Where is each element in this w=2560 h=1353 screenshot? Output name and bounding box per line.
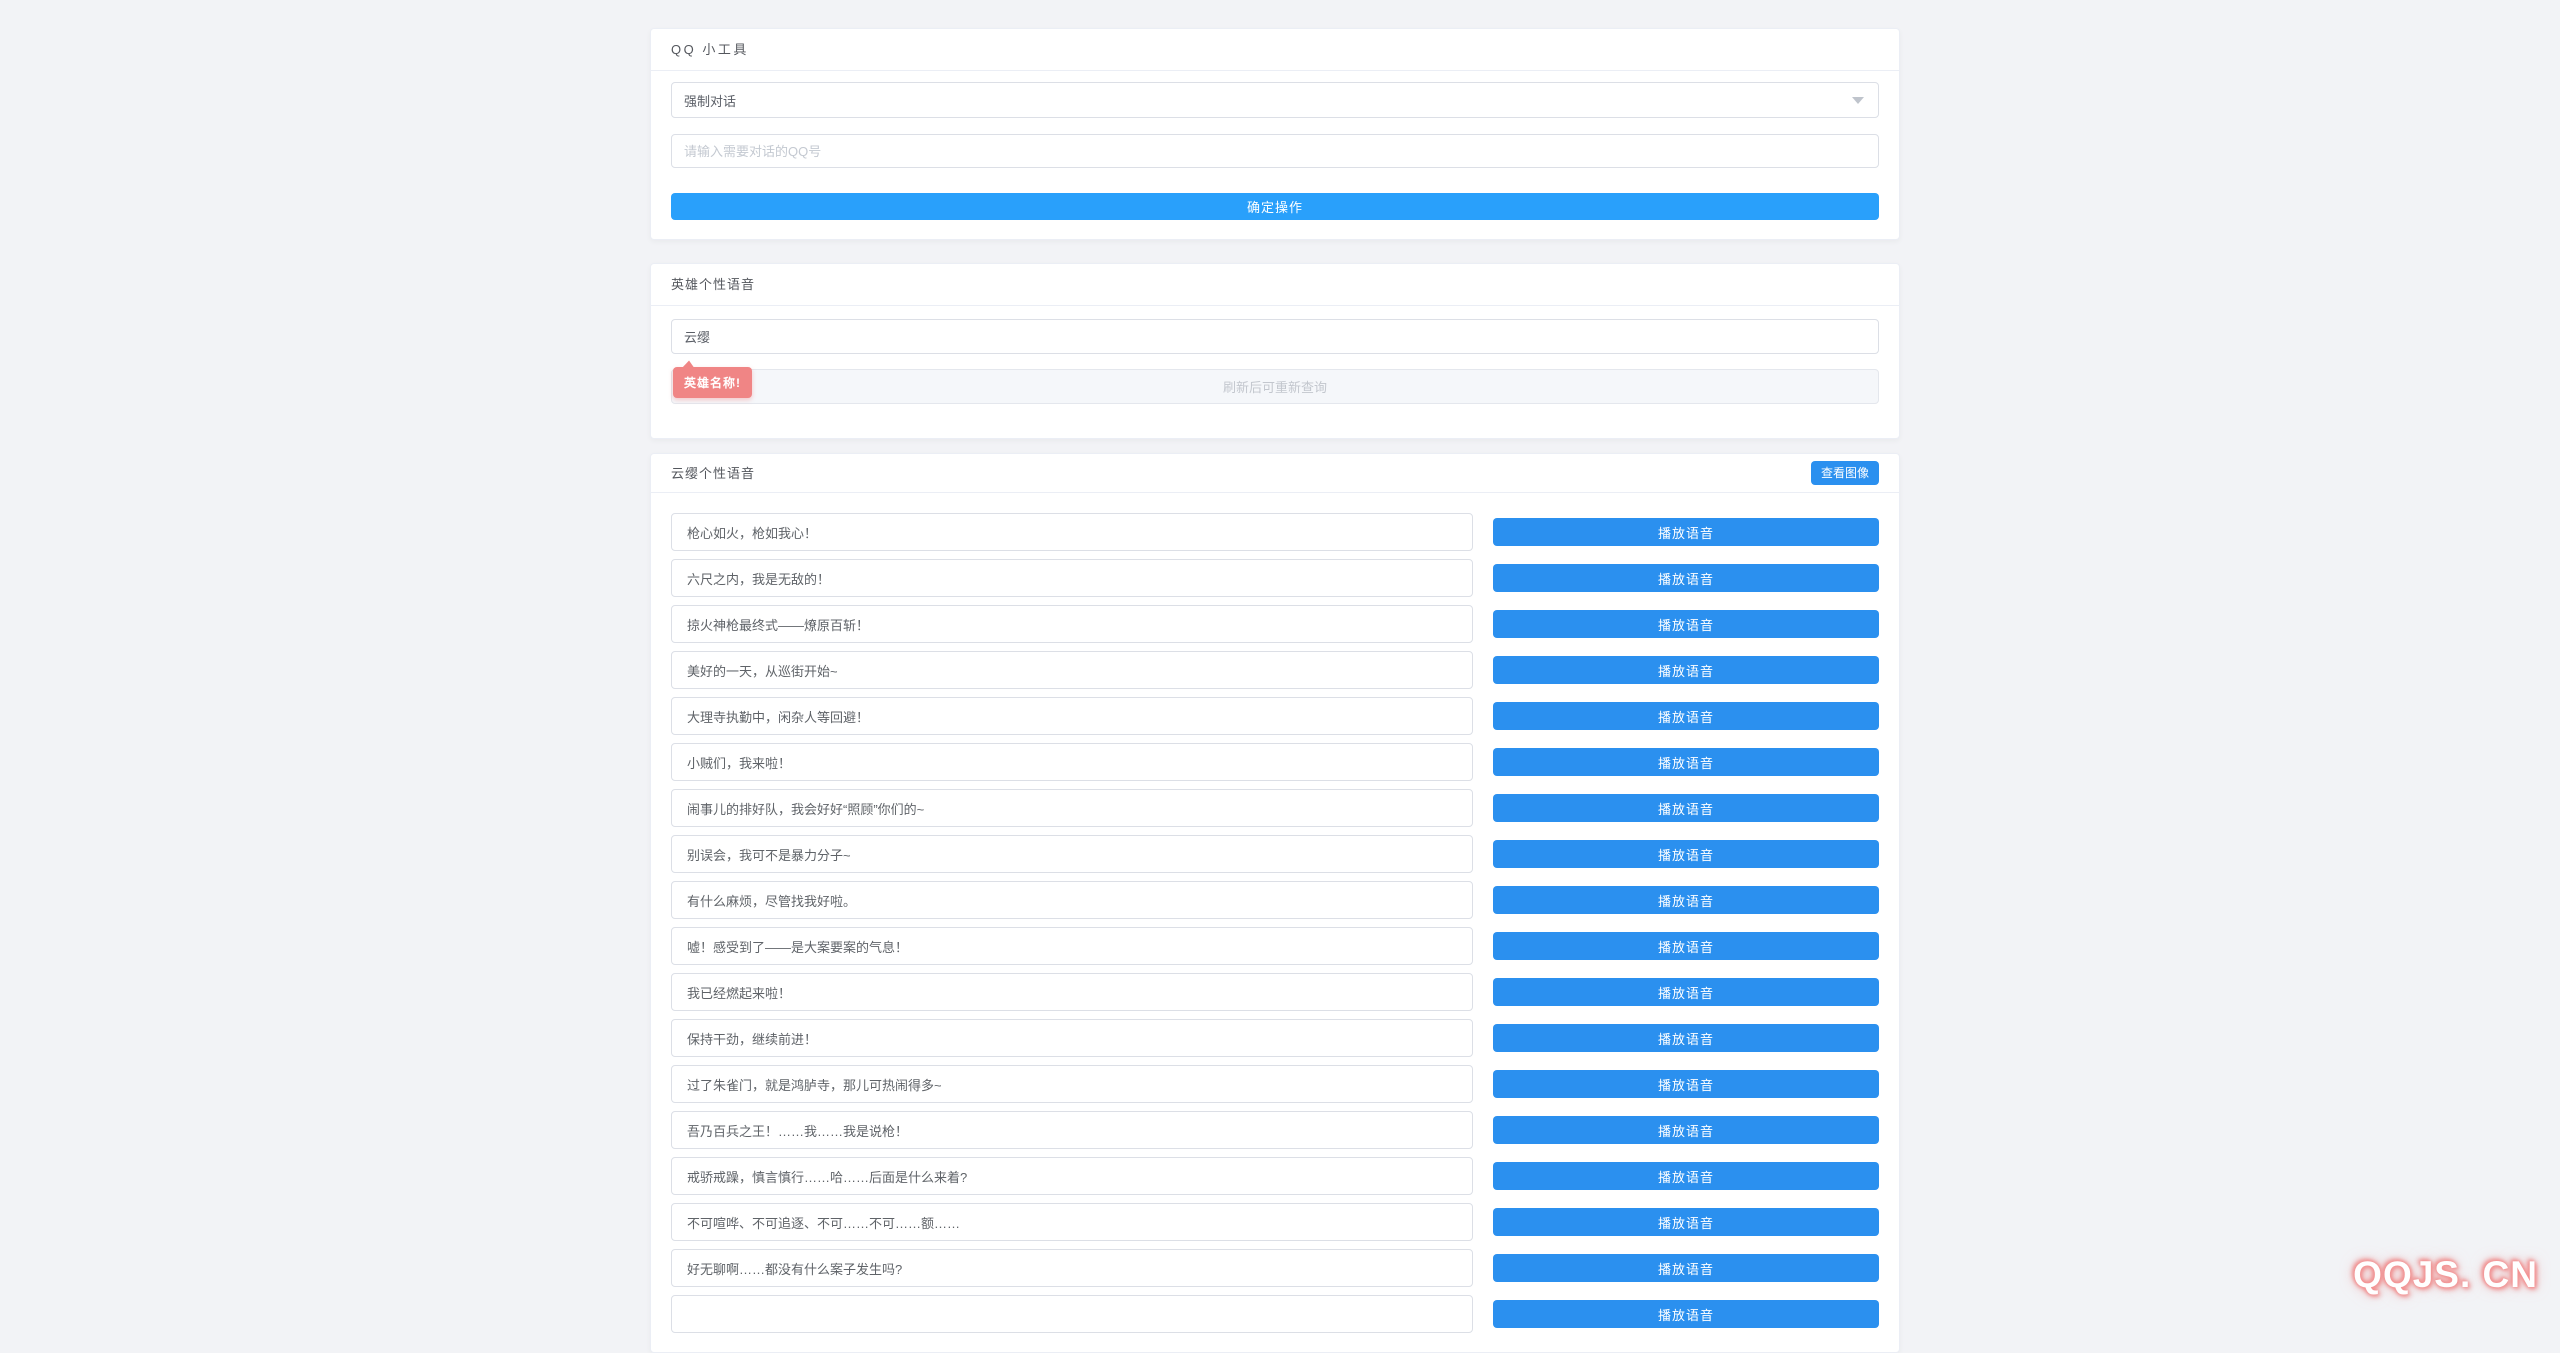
hero-voice-title: 英雄个性语音 bbox=[671, 275, 755, 294]
hero-name-input[interactable] bbox=[671, 319, 1879, 354]
voice-line-input[interactable] bbox=[671, 835, 1473, 873]
voice-row: 播放语音 bbox=[671, 651, 1879, 689]
play-voice-button[interactable]: 播放语音 bbox=[1493, 1116, 1879, 1144]
action-select[interactable]: 强制对话 bbox=[671, 82, 1879, 118]
voice-line-input[interactable] bbox=[671, 789, 1473, 827]
voice-line-input[interactable] bbox=[671, 973, 1473, 1011]
voice-line-input[interactable] bbox=[671, 651, 1473, 689]
voice-line-input[interactable] bbox=[671, 743, 1473, 781]
play-voice-button[interactable]: 播放语音 bbox=[1493, 1300, 1879, 1328]
voice-row: 播放语音 bbox=[671, 1157, 1879, 1195]
voice-row: 播放语音 bbox=[671, 835, 1879, 873]
voice-row: 播放语音 bbox=[671, 513, 1879, 551]
play-voice-button[interactable]: 播放语音 bbox=[1493, 794, 1879, 822]
voice-list-card-header: 云缨个性语音 查看图像 bbox=[651, 454, 1899, 493]
voice-line-input[interactable] bbox=[671, 1111, 1473, 1149]
play-voice-button[interactable]: 播放语音 bbox=[1493, 1070, 1879, 1098]
voice-line-input[interactable] bbox=[671, 1203, 1473, 1241]
play-voice-button[interactable]: 播放语音 bbox=[1493, 1208, 1879, 1236]
hero-voice-card-body: 刷新后可重新查询 bbox=[651, 306, 1899, 417]
voice-line-input[interactable] bbox=[671, 1065, 1473, 1103]
play-voice-button[interactable]: 播放语音 bbox=[1493, 1024, 1879, 1052]
confirm-operation-button[interactable]: 确定操作 bbox=[671, 193, 1879, 220]
refresh-notice-box: 刷新后可重新查询 bbox=[671, 369, 1879, 404]
voice-row: 播放语音 bbox=[671, 1019, 1879, 1057]
voice-row: 播放语音 bbox=[671, 559, 1879, 597]
voice-line-input[interactable] bbox=[671, 605, 1473, 643]
voice-line-input[interactable] bbox=[671, 927, 1473, 965]
voice-line-input[interactable] bbox=[671, 559, 1473, 597]
play-voice-button[interactable]: 播放语音 bbox=[1493, 610, 1879, 638]
voice-row: 播放语音 bbox=[671, 697, 1879, 735]
voice-row: 播放语音 bbox=[671, 605, 1879, 643]
action-select-value: 强制对话 bbox=[684, 91, 736, 110]
hero-name-error-tooltip: 英雄名称! bbox=[673, 367, 752, 398]
play-voice-button[interactable]: 播放语音 bbox=[1493, 840, 1879, 868]
qq-tools-card-header: QQ 小工具 bbox=[651, 29, 1899, 71]
qq-tools-card-body: 强制对话 确定操作 bbox=[651, 71, 1899, 231]
play-voice-button[interactable]: 播放语音 bbox=[1493, 702, 1879, 730]
voice-list: 播放语音 播放语音 播放语音 播放语音 播放语音 播放语音 播放语音 播放语音 … bbox=[651, 493, 1899, 1333]
refresh-notice-text: 刷新后可重新查询 bbox=[1223, 377, 1327, 396]
voice-line-input[interactable] bbox=[671, 1157, 1473, 1195]
play-voice-button[interactable]: 播放语音 bbox=[1493, 656, 1879, 684]
voice-list-title: 云缨个性语音 bbox=[671, 464, 755, 483]
voice-row: 播放语音 bbox=[671, 1111, 1879, 1149]
voice-row: 播放语音 bbox=[671, 927, 1879, 965]
play-voice-button[interactable]: 播放语音 bbox=[1493, 564, 1879, 592]
voice-row: 播放语音 bbox=[671, 1249, 1879, 1287]
voice-row: 播放语音 bbox=[671, 881, 1879, 919]
play-voice-button[interactable]: 播放语音 bbox=[1493, 978, 1879, 1006]
hero-voice-card-header: 英雄个性语音 bbox=[651, 264, 1899, 306]
voice-row: 播放语音 bbox=[671, 1295, 1879, 1333]
hero-voice-card: 英雄个性语音 刷新后可重新查询 英雄名称! bbox=[650, 263, 1900, 439]
site-watermark: QQJS. CN bbox=[2353, 1254, 2538, 1296]
play-voice-button[interactable]: 播放语音 bbox=[1493, 886, 1879, 914]
voice-row: 播放语音 bbox=[671, 1203, 1879, 1241]
qq-number-input[interactable] bbox=[671, 134, 1879, 168]
qq-tools-card: QQ 小工具 强制对话 确定操作 bbox=[650, 28, 1900, 240]
page: { "colors": { "accent_blue_confirm": "#2… bbox=[0, 0, 2560, 1300]
voice-line-input[interactable] bbox=[671, 881, 1473, 919]
qq-tools-title: QQ 小工具 bbox=[671, 40, 749, 59]
voice-row: 播放语音 bbox=[671, 973, 1879, 1011]
play-voice-button[interactable]: 播放语音 bbox=[1493, 1254, 1879, 1282]
voice-line-input[interactable] bbox=[671, 1019, 1473, 1057]
chevron-down-icon bbox=[1852, 97, 1864, 104]
play-voice-button[interactable]: 播放语音 bbox=[1493, 748, 1879, 776]
view-image-button[interactable]: 查看图像 bbox=[1811, 461, 1879, 485]
voice-row: 播放语音 bbox=[671, 1065, 1879, 1103]
voice-line-input[interactable] bbox=[671, 1295, 1473, 1333]
voice-line-input[interactable] bbox=[671, 697, 1473, 735]
voice-line-input[interactable] bbox=[671, 513, 1473, 551]
voice-list-card: 云缨个性语音 查看图像 播放语音 播放语音 播放语音 播放语音 播放语音 播放语… bbox=[650, 453, 1900, 1353]
voice-row: 播放语音 bbox=[671, 789, 1879, 827]
voice-row: 播放语音 bbox=[671, 743, 1879, 781]
voice-line-input[interactable] bbox=[671, 1249, 1473, 1287]
play-voice-button[interactable]: 播放语音 bbox=[1493, 932, 1879, 960]
play-voice-button[interactable]: 播放语音 bbox=[1493, 518, 1879, 546]
play-voice-button[interactable]: 播放语音 bbox=[1493, 1162, 1879, 1190]
